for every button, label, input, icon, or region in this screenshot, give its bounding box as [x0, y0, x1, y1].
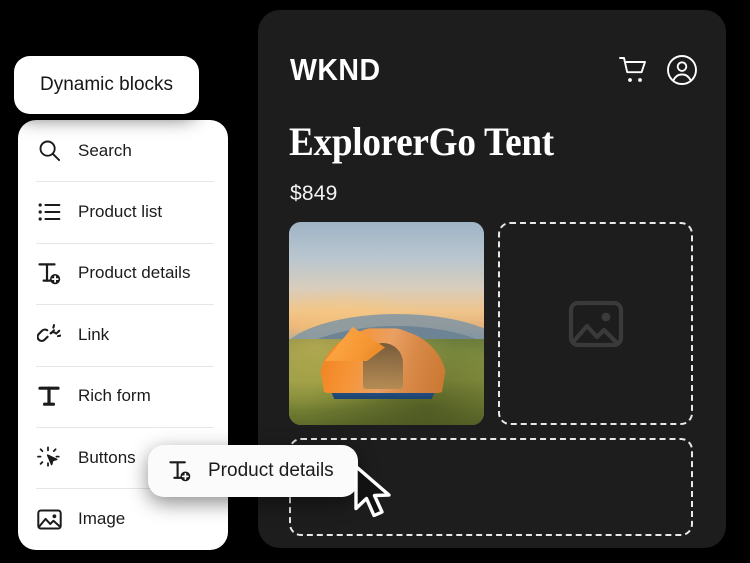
block-item-label: Product details: [78, 263, 191, 283]
text-icon: [36, 383, 62, 409]
block-item-label: Buttons: [78, 447, 136, 467]
block-item-label: Rich form: [78, 386, 151, 406]
text-add-icon: [36, 260, 62, 286]
block-item-product-details[interactable]: Product details: [18, 242, 228, 304]
search-icon: [36, 138, 62, 164]
account-circle-icon[interactable]: [666, 54, 698, 86]
product-price: $849: [290, 182, 338, 205]
block-item-rich-form[interactable]: Rich form: [18, 365, 228, 427]
image-icon: [36, 506, 62, 532]
link-icon: [36, 322, 62, 348]
hover-chip-label: Product details: [208, 460, 334, 481]
product-details-hover-chip[interactable]: Product details: [148, 445, 358, 497]
block-item-product-list[interactable]: Product list: [18, 181, 228, 242]
product-title: ExplorerGo Tent: [289, 119, 554, 164]
header-icon-group: [618, 54, 698, 86]
dynamic-blocks-label: Dynamic blocks: [40, 74, 174, 95]
preview-header: WKND: [290, 48, 698, 92]
product-photo[interactable]: [289, 222, 484, 425]
photo-tent: [319, 321, 447, 401]
block-item-image[interactable]: Image: [18, 488, 228, 549]
brand-logo: WKND: [290, 52, 381, 87]
cursor-sparkle-icon: [36, 445, 62, 471]
text-add-icon: [168, 459, 192, 483]
block-item-label: Image: [78, 509, 126, 529]
image-icon: [568, 299, 624, 349]
block-item-label: Search: [78, 140, 132, 160]
image-placeholder-right[interactable]: [498, 222, 693, 425]
block-item-link[interactable]: Link: [18, 304, 228, 365]
shopping-cart-icon[interactable]: [618, 55, 650, 85]
media-row: [289, 222, 693, 425]
list-icon: [36, 199, 62, 225]
block-item-search[interactable]: Search: [18, 120, 228, 181]
block-item-label: Link: [78, 324, 110, 344]
block-item-label: Product list: [78, 202, 163, 222]
dynamic-blocks-pill[interactable]: Dynamic blocks: [14, 56, 200, 114]
